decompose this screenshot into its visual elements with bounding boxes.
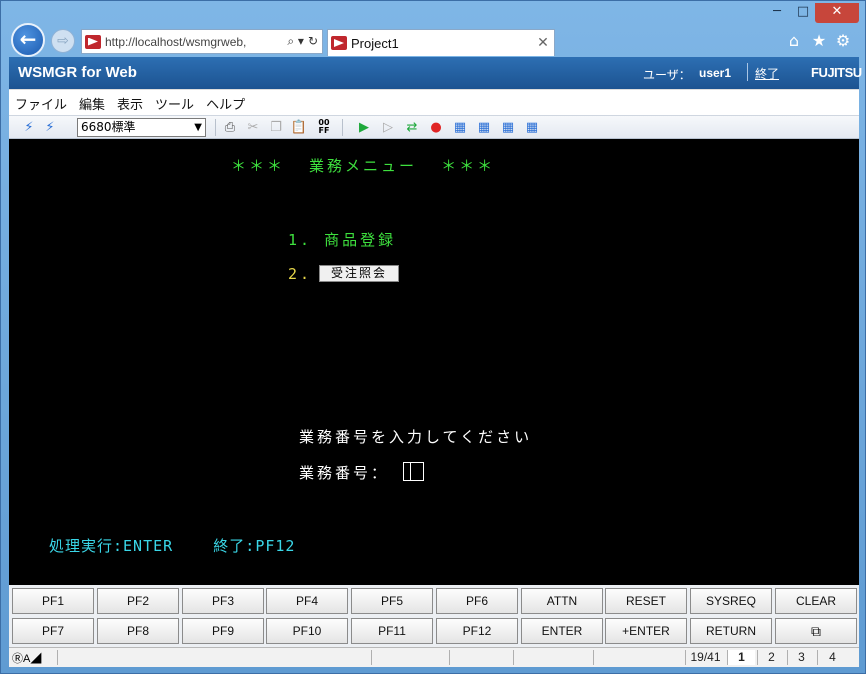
forward-button[interactable]: ⇨ (51, 29, 75, 53)
pf5-button[interactable]: PF5 (351, 588, 433, 614)
macro4-icon[interactable]: ▦ (523, 119, 541, 136)
maximize-button[interactable]: □ (793, 3, 813, 23)
pf9-button[interactable]: PF9 (182, 618, 264, 644)
copy-icon[interactable]: ❐ (267, 119, 285, 136)
menu-help[interactable]: ヘルプ (200, 94, 251, 113)
session-type-value: 6680標準 (81, 120, 136, 134)
menu-edit[interactable]: 編集 (73, 94, 111, 113)
pf3-button[interactable]: PF3 (182, 588, 264, 614)
step-icon[interactable]: ▷ (379, 119, 397, 136)
macro2-icon[interactable]: ▦ (475, 119, 493, 136)
ff-icon[interactable]: 00 FF (315, 119, 333, 136)
input-mode-indicator: ⓇA◢ (12, 653, 42, 665)
session-tab-2[interactable]: 2 (757, 650, 785, 665)
session-tab-4[interactable]: 4 (817, 650, 847, 665)
screen-title: ＊＊＊ 業務メニュー ＊＊＊ (231, 157, 496, 175)
minimize-button[interactable]: ─ (767, 3, 787, 23)
clear-button[interactable]: CLEAR (775, 588, 857, 614)
status-cell (57, 650, 371, 665)
reset-button[interactable]: RESET (605, 588, 687, 614)
macro1-icon[interactable]: ▦ (451, 119, 469, 136)
pf7-button[interactable]: PF7 (12, 618, 94, 644)
pf2-button[interactable]: PF2 (97, 588, 179, 614)
home-icon[interactable]: ⌂ (784, 31, 804, 51)
status-cell (513, 650, 593, 665)
site-favicon-icon (85, 34, 101, 49)
repeat-icon[interactable]: ⇄ (403, 119, 421, 136)
close-window-button[interactable]: ✕ (815, 3, 859, 23)
menu-file[interactable]: ファイル (9, 94, 73, 113)
return-button[interactable]: RETURN (690, 618, 772, 644)
record-icon[interactable]: ● (427, 119, 445, 136)
window-switch-icon[interactable]: ⧉ (775, 618, 857, 644)
address-input[interactable]: http://localhost/wsmgrweb, (105, 35, 287, 49)
menu-option-2-button[interactable]: 受注照会 (319, 265, 399, 282)
text-cursor (410, 463, 411, 480)
toolbar: ⚡ ⚡ 6680標準 ▼ ⎙ ✂ ❐ 📋 00 FF ▶ ▷ ⇄ ● ▦ ▦ ▦ … (9, 115, 859, 139)
status-bar: ⓇA◢ 19/41 1 2 3 4 (9, 647, 859, 667)
logout-link[interactable]: 終了 (755, 65, 779, 82)
enter-button[interactable]: ENTER (521, 618, 603, 644)
session-tab-1[interactable]: 1 (727, 650, 755, 665)
pf8-button[interactable]: PF8 (97, 618, 179, 644)
menu-tools[interactable]: ツール (149, 94, 200, 113)
pf11-button[interactable]: PF11 (351, 618, 433, 644)
disconnect-icon[interactable]: ⚡ (41, 119, 59, 136)
menu-option-2-number: 2. (288, 265, 313, 283)
macro3-icon[interactable]: ▦ (499, 119, 517, 136)
refresh-icon[interactable]: ↻ (308, 34, 318, 49)
session-type-select[interactable]: 6680標準 ▼ (77, 118, 206, 137)
connect-icon[interactable]: ⚡ (20, 119, 38, 136)
gear-icon[interactable]: ⚙ (833, 31, 853, 51)
cursor-position: 19/41 (685, 650, 725, 665)
plus-enter-button[interactable]: +ENTER (605, 618, 687, 644)
search-dropdown-icon[interactable]: ⌕ ▾ (287, 34, 304, 49)
menu-option-1: 1. 商品登録 (288, 231, 397, 249)
tab-favicon-icon (331, 36, 347, 50)
print-icon[interactable]: ⎙ (221, 119, 239, 136)
play-icon[interactable]: ▶ (355, 119, 373, 136)
attn-button[interactable]: ATTN (521, 588, 603, 614)
app-title: WSMGR for Web (18, 64, 137, 81)
back-arrow-icon: ← (19, 27, 37, 51)
pf10-button[interactable]: PF10 (266, 618, 348, 644)
pf4-button[interactable]: PF4 (266, 588, 348, 614)
pf6-button[interactable]: PF6 (436, 588, 518, 614)
status-cell (371, 650, 449, 665)
cut-icon[interactable]: ✂ (244, 119, 262, 136)
forward-arrow-icon: ⇨ (57, 33, 69, 49)
status-cell (449, 650, 513, 665)
user-label: ユーザ： (643, 68, 691, 82)
menu-view[interactable]: 表示 (111, 94, 149, 113)
tab-close-icon[interactable]: ✕ (532, 35, 554, 51)
user-name: user1 (699, 66, 732, 80)
sysreq-button[interactable]: SYSREQ (690, 588, 772, 614)
menu-bar: ファイル 編集 表示 ツール ヘルプ (9, 89, 859, 115)
session-tab-3[interactable]: 3 (787, 650, 815, 665)
pf1-button[interactable]: PF1 (12, 588, 94, 614)
status-cell (593, 650, 685, 665)
task-number-input[interactable] (403, 462, 424, 481)
browser-window: ─ □ ✕ ← ⇨ http://localhost/wsmgrweb, ⌕ ▾… (0, 0, 866, 674)
favorites-star-icon[interactable]: ★ (809, 31, 829, 51)
header-divider (747, 63, 748, 81)
fujitsu-logo: FUJITSU (811, 65, 862, 80)
field-label: 業務番号： (299, 464, 390, 482)
paste-icon[interactable]: 📋 (290, 119, 308, 136)
back-button[interactable]: ← (11, 23, 45, 57)
terminal-screen[interactable]: ＊＊＊ 業務メニュー ＊＊＊ 1. 商品登録 2. 受注照会 業務番号を入力して… (9, 139, 859, 585)
tab-title: Project1 (351, 35, 399, 51)
chevron-down-icon: ▼ (194, 122, 202, 133)
app-header: WSMGR for Web ユーザ： user1 終了 FUJITSU (9, 57, 862, 89)
pf12-button[interactable]: PF12 (436, 618, 518, 644)
function-key-guide: 処理実行:ENTER 終了:PF12 (49, 537, 296, 555)
address-bar[interactable]: http://localhost/wsmgrweb, ⌕ ▾ ↻ (81, 29, 323, 54)
pf-key-panel: PF1 PF2 PF3 PF4 PF5 PF6 ATTN RESET SYSRE… (9, 585, 859, 647)
browser-tab[interactable]: Project1 ✕ (327, 29, 555, 56)
input-prompt: 業務番号を入力してください (299, 428, 533, 446)
